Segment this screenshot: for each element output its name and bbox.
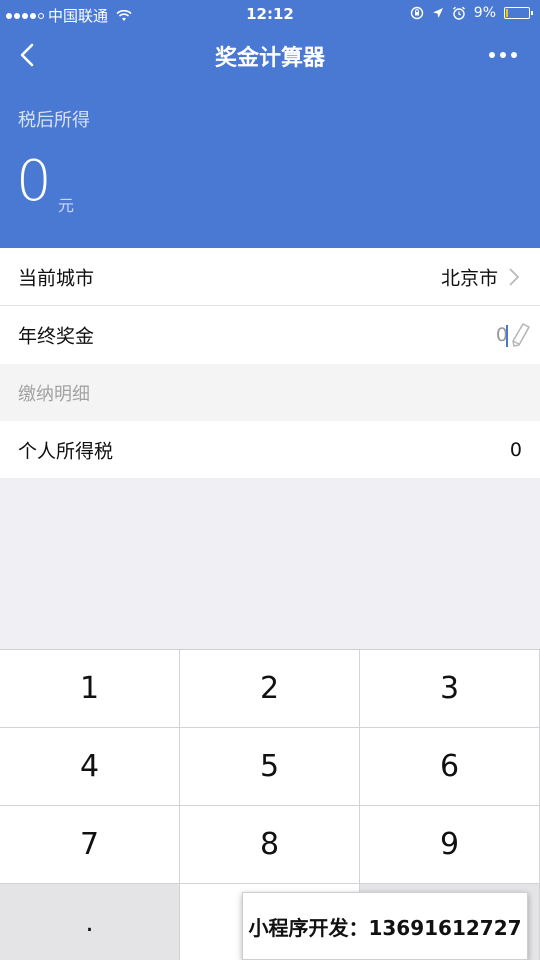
key-decimal[interactable]: .	[0, 884, 180, 960]
battery-percent: 9%	[473, 5, 496, 21]
city-row[interactable]: 当前城市 北京市	[0, 248, 540, 306]
status-right: 9%	[410, 5, 533, 21]
section-title: 缴纳明细	[18, 383, 90, 405]
battery-level	[506, 9, 508, 17]
status-bar: 中国联通 12:12 9%	[0, 0, 540, 28]
tax-row: 个人所得税 0	[0, 421, 540, 478]
section-header: 缴纳明细	[0, 364, 540, 421]
more-dot-icon	[489, 52, 495, 58]
key-4[interactable]: 4	[0, 728, 180, 806]
key-2[interactable]: 2	[180, 650, 360, 728]
page-title: 奖金计算器	[214, 46, 325, 71]
key-8[interactable]: 8	[180, 806, 360, 884]
bonus-input[interactable]	[388, 324, 508, 346]
header-panel: 中国联通 12:12 9% 奖金计算器 税后所得 0 元	[0, 0, 540, 248]
rotation-lock-icon	[410, 6, 423, 20]
city-value: 北京市	[440, 267, 498, 289]
alarm-icon	[452, 6, 465, 20]
contact-watermark: 小程序开发：13691612727	[242, 892, 528, 960]
bonus-row: 年终奖金	[0, 306, 540, 364]
navigation-bar: 奖金计算器	[0, 28, 540, 82]
bonus-label: 年终奖金	[18, 325, 95, 348]
location-arrow-icon	[432, 8, 443, 18]
key-9[interactable]: 9	[360, 806, 540, 884]
tax-label: 个人所得税	[18, 440, 114, 462]
back-button[interactable]	[14, 40, 44, 70]
key-3[interactable]: 3	[360, 650, 540, 728]
more-dot-icon	[511, 52, 517, 58]
pencil-icon	[512, 323, 530, 347]
key-7[interactable]: 7	[0, 806, 180, 884]
key-5[interactable]: 5	[180, 728, 360, 806]
key-6[interactable]: 6	[360, 728, 540, 806]
currency-unit: 元	[58, 196, 75, 215]
tax-value: 0	[509, 438, 522, 461]
more-dot-icon	[500, 52, 506, 58]
chevron-left-icon	[20, 43, 34, 67]
after-tax-amount: 0	[16, 149, 52, 214]
city-label: 当前城市	[18, 267, 95, 289]
key-1[interactable]: 1	[0, 650, 180, 728]
after-tax-label: 税后所得	[18, 110, 90, 131]
more-options-button[interactable]	[486, 44, 520, 66]
chevron-right-icon	[509, 267, 520, 286]
battery-icon	[504, 7, 533, 19]
